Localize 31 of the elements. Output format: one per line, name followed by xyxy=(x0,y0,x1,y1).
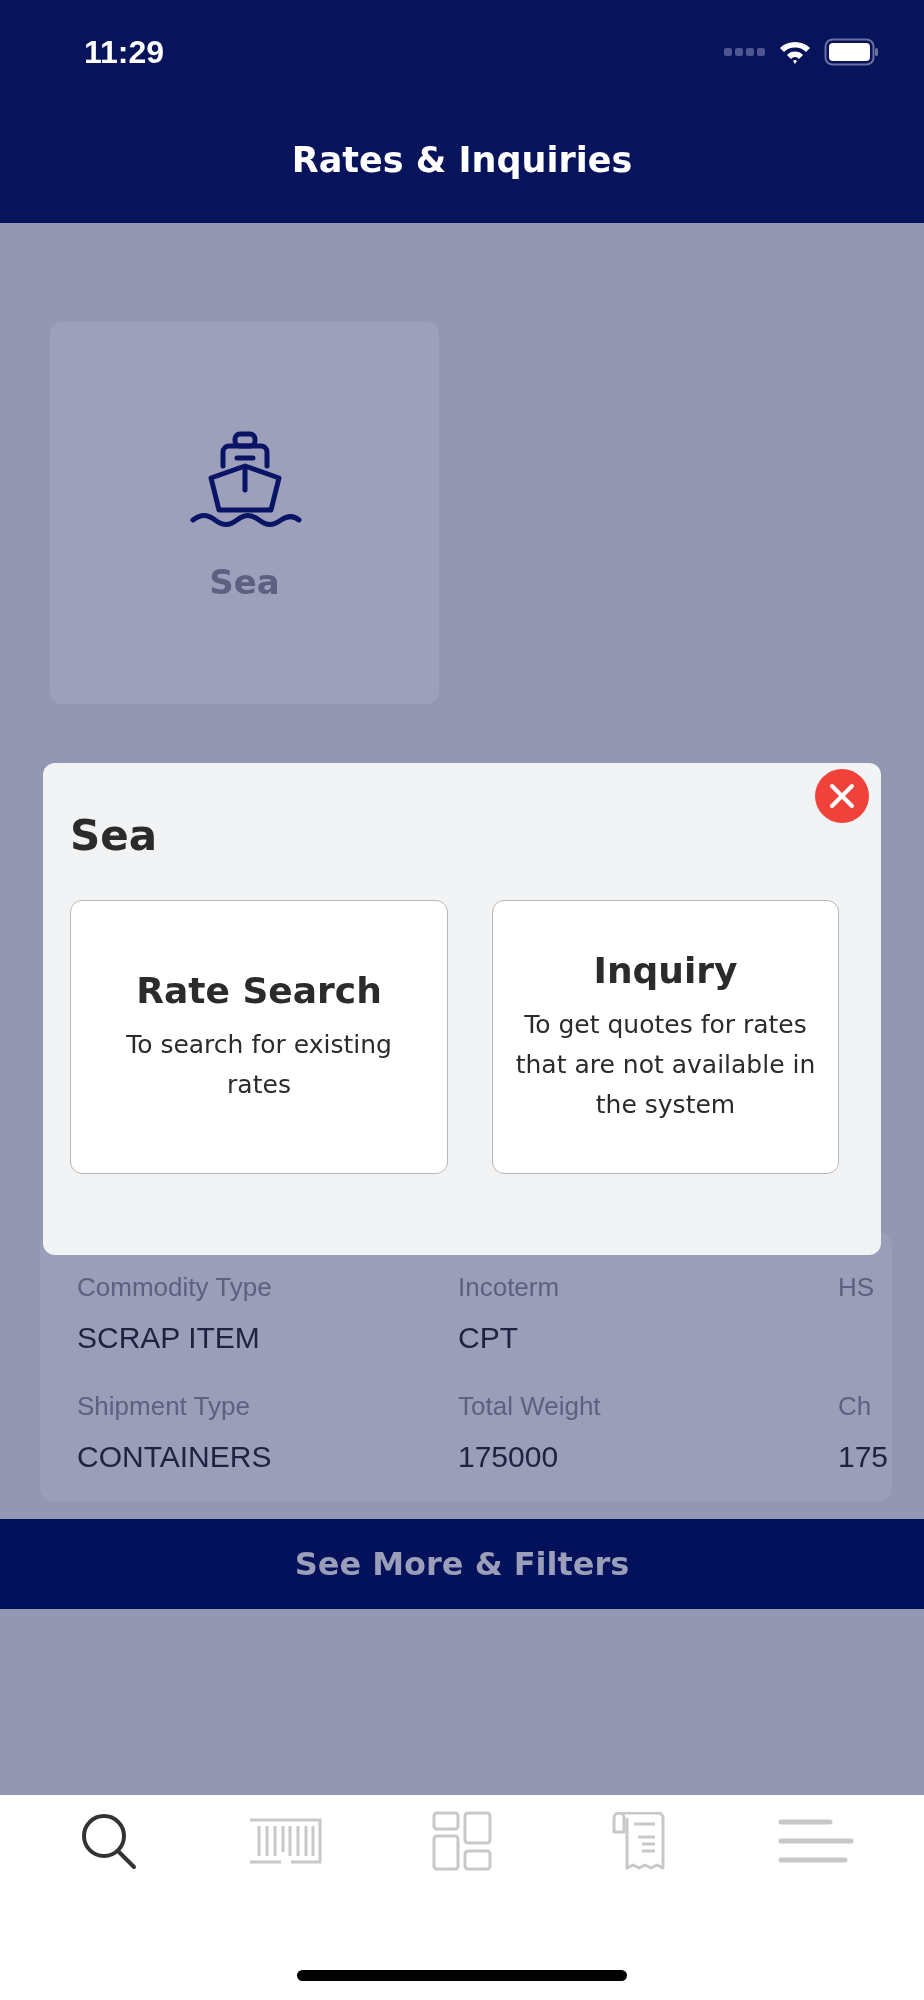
detail-label: Ch xyxy=(838,1391,873,1422)
screen-title: Rates & Inquiries xyxy=(290,140,634,180)
detail-value: CPT xyxy=(458,1321,519,1355)
detail-value: 175000 xyxy=(458,1440,560,1474)
modal-title: Sea xyxy=(70,811,159,860)
option-card[interactable]: Rate Search To search for existing rates xyxy=(70,900,448,1174)
detail-label: Total Weight xyxy=(458,1391,602,1422)
option-description: To get quotes for rates that are not available in the system xyxy=(514,1008,817,1121)
detail-value: SCRAP ITEM xyxy=(77,1321,261,1355)
menu-icon[interactable] xyxy=(777,1818,854,1864)
detail-label: Commodity Type xyxy=(77,1272,273,1303)
option-card[interactable]: Inquiry To get quotes for rates that are not available in the system xyxy=(492,900,839,1174)
wifi-icon xyxy=(778,39,812,65)
dashboard-icon[interactable] xyxy=(432,1811,492,1871)
status-time: 11:29 xyxy=(84,33,165,71)
detail-label: Shipment Type xyxy=(77,1391,251,1422)
detail-label: HS xyxy=(838,1272,876,1303)
see-more-button[interactable]: See More & Filters xyxy=(0,1519,924,1609)
close-button[interactable] xyxy=(815,769,869,823)
option-description: To search for existing rates xyxy=(125,1028,393,1101)
signal-icon xyxy=(724,46,766,58)
battery-icon xyxy=(824,38,880,66)
option-title: Inquiry xyxy=(593,949,738,991)
option-title: Rate Search xyxy=(136,969,382,1011)
detail-label: Incoterm xyxy=(458,1272,561,1303)
mode-label: Sea xyxy=(209,562,280,602)
container-icon[interactable] xyxy=(248,1818,323,1864)
detail-value: CONTAINERS xyxy=(77,1440,273,1474)
detail-value: 175 xyxy=(838,1440,890,1474)
close-icon xyxy=(829,783,855,809)
receipt-icon[interactable] xyxy=(611,1812,666,1870)
